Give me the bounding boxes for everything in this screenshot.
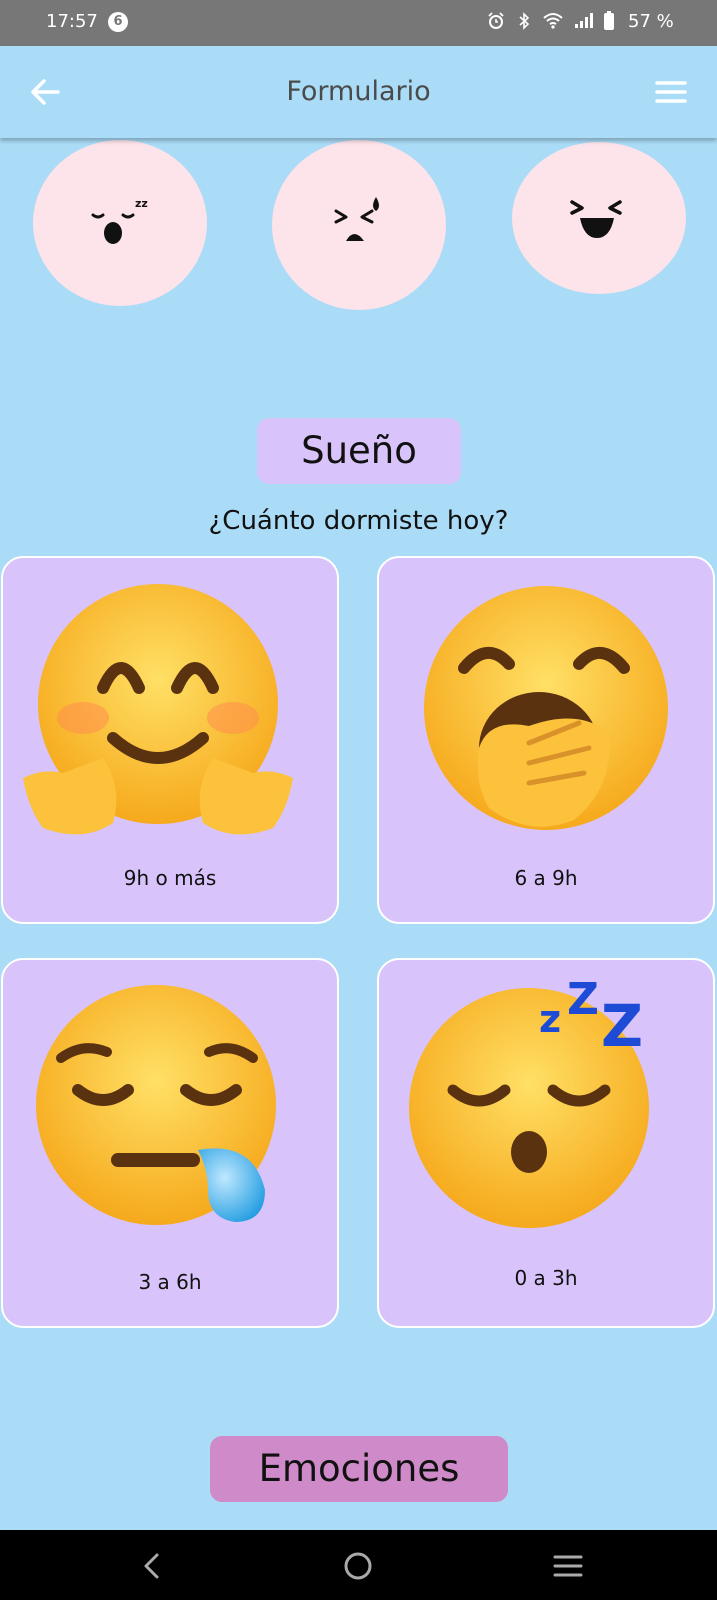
sleep-option-0-3h[interactable]: z Z Z 0 a 3h <box>377 958 715 1328</box>
wifi-icon <box>543 13 563 29</box>
app-bar: Formulario <box>0 46 717 138</box>
sleep-option-3-6h[interactable]: 3 a 6h <box>1 958 339 1328</box>
status-bar: 17:57 6 57 % <box>0 0 717 46</box>
yawning-face-emoji <box>424 586 668 830</box>
sleepy-face-emoji <box>36 985 276 1225</box>
sleep-option-label: 0 a 3h <box>514 1266 578 1290</box>
back-nav-icon[interactable] <box>140 1552 164 1580</box>
notification-count-badge: 6 <box>108 12 128 32</box>
mood-option-tired[interactable] <box>272 140 446 310</box>
svg-text:Z: Z <box>601 992 643 1060</box>
laughing-face-icon <box>570 200 622 238</box>
sleep-option-6-9h[interactable]: 6 a 9h <box>377 556 715 924</box>
sleeping-face-emoji: z Z Z <box>409 974 649 1228</box>
status-icons <box>487 11 615 31</box>
hamburger-menu-icon <box>655 81 687 103</box>
status-time: 17:57 <box>46 11 98 32</box>
mood-option-happy[interactable] <box>512 142 686 294</box>
page-title: Formulario <box>286 76 431 107</box>
alarm-icon <box>488 12 504 29</box>
sleep-option-label: 6 a 9h <box>514 866 578 890</box>
section-title-sleep: Sueño <box>257 418 461 484</box>
section-title-emotions: Emociones <box>210 1436 508 1502</box>
sleep-option-9h-plus[interactable]: 9h o más <box>1 556 339 924</box>
menu-button[interactable] <box>654 78 688 106</box>
battery-icon <box>604 11 615 30</box>
bluetooth-icon <box>519 12 530 30</box>
tired-face-icon <box>334 197 379 241</box>
sleep-option-label: 9h o más <box>123 866 217 890</box>
system-nav-bar <box>0 1530 717 1600</box>
svg-text:zz: zz <box>135 197 148 210</box>
sleep-question: ¿Cuánto dormiste hoy? <box>208 506 509 536</box>
sleepy-face-icon: zz <box>91 197 148 244</box>
battery-percent: 57 % <box>628 11 674 32</box>
signal-icon <box>575 13 594 28</box>
svg-text:Z: Z <box>567 974 599 1025</box>
mood-option-sleepy[interactable]: zz <box>33 140 207 306</box>
recents-nav-icon[interactable] <box>552 1552 584 1580</box>
svg-text:z: z <box>539 997 561 1041</box>
home-nav-icon[interactable] <box>343 1551 373 1581</box>
hugging-face-emoji <box>23 584 293 835</box>
sleep-option-label: 3 a 6h <box>138 1270 202 1294</box>
